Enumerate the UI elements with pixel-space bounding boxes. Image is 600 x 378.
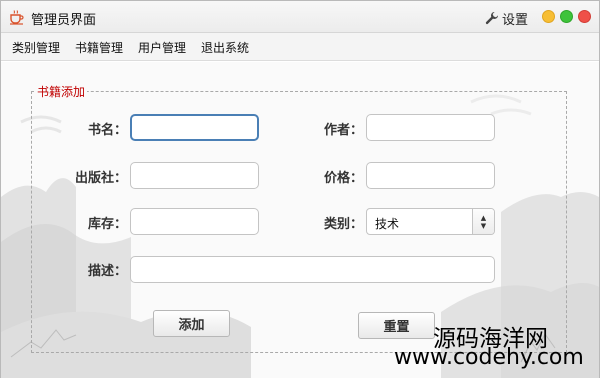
publisher-label: 出版社：: [74, 171, 127, 186]
menu-item-book-management[interactable]: 书籍管理: [75, 39, 123, 56]
author-input[interactable]: [366, 114, 495, 141]
publisher-input[interactable]: [130, 162, 259, 189]
minimize-button[interactable]: [542, 10, 555, 23]
coffee-cup-icon: [10, 10, 24, 25]
maximize-button[interactable]: [560, 10, 573, 23]
settings-button[interactable]: 设置: [485, 9, 529, 28]
description-label: 描述：: [87, 264, 127, 279]
menu-item-category-management[interactable]: 类别管理: [12, 39, 60, 56]
book-name-input[interactable]: [130, 114, 259, 141]
menu-item-user-management[interactable]: 用户管理: [138, 39, 186, 56]
title-bar[interactable]: 管理员界面 设置: [1, 1, 599, 33]
menu-item-exit-system[interactable]: 退出系统: [201, 39, 249, 56]
groupbox-title: 书籍添加: [35, 83, 88, 100]
close-button[interactable]: [578, 10, 591, 23]
category-label: 类别：: [323, 217, 363, 232]
app-window: 管理员界面 设置 类别管理 书籍管理 用户管理 退出系统 书籍添加 书名： 作者…: [0, 0, 600, 378]
author-label: 作者：: [323, 123, 363, 138]
category-select[interactable]: 技术 ▲ ▼: [366, 208, 495, 235]
stock-input[interactable]: [130, 208, 259, 235]
price-label: 价格：: [323, 171, 363, 186]
description-input[interactable]: [130, 256, 495, 283]
stock-label: 库存：: [87, 217, 127, 232]
book-name-label: 书名：: [87, 123, 127, 138]
settings-label: 设置: [502, 12, 529, 28]
category-select-value: 技术: [375, 217, 400, 231]
price-input[interactable]: [366, 162, 495, 189]
window-title: 管理员界面: [31, 13, 97, 28]
reset-button[interactable]: 重置: [358, 312, 435, 339]
add-button[interactable]: 添加: [153, 310, 230, 337]
menu-bar: 类别管理 书籍管理 用户管理 退出系统: [1, 33, 599, 61]
watermark-url: www.codehy.com: [394, 345, 584, 370]
spinner-arrows-icon: ▲ ▼: [472, 209, 494, 234]
wrench-icon: [485, 12, 499, 25]
